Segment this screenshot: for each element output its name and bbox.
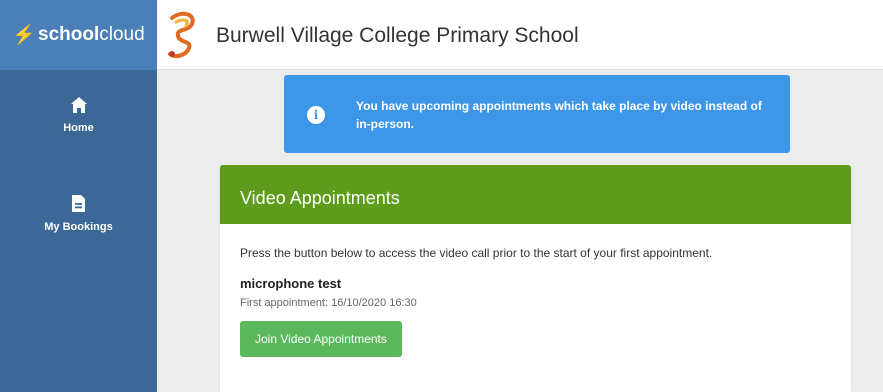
alert-message: You have upcoming appointments which tak… [356, 99, 762, 131]
school-crest-icon [168, 11, 195, 59]
first-appointment-time: First appointment: 16/10/2020 16:30 [240, 297, 417, 309]
info-icon: i [307, 106, 325, 124]
card-body: Press the button below to access the vid… [220, 224, 851, 357]
join-video-appointments-button[interactable]: Join Video Appointments [240, 321, 402, 357]
bolt-icon: ⚡ [12, 25, 36, 46]
sidebar: Home My Bookings [0, 70, 157, 392]
brand-school-text: school [38, 24, 100, 45]
document-icon [72, 195, 85, 212]
brand-cloud-text: cloud [99, 24, 145, 45]
sidebar-item-label: My Bookings [44, 221, 113, 233]
sidebar-item-my-bookings[interactable]: My Bookings [0, 194, 157, 235]
schoolcloud-logo[interactable]: ⚡ school cloud [0, 0, 157, 70]
card-intro: Press the button below to access the vid… [240, 246, 713, 260]
top-bar: ⚡ school cloud Burwell Village College Pri… [0, 0, 883, 70]
appointment-name: microphone test [240, 276, 342, 291]
card-title: Video Appointments [220, 165, 851, 224]
sidebar-item-label: Home [63, 122, 94, 134]
video-info-alert: i You have upcoming appointments which t… [284, 75, 790, 153]
home-icon [70, 97, 87, 113]
sidebar-item-home[interactable]: Home [0, 96, 157, 136]
school-name: Burwell Village College Primary School [216, 24, 579, 47]
video-appointments-card: Video Appointments Press the button belo… [220, 165, 851, 392]
